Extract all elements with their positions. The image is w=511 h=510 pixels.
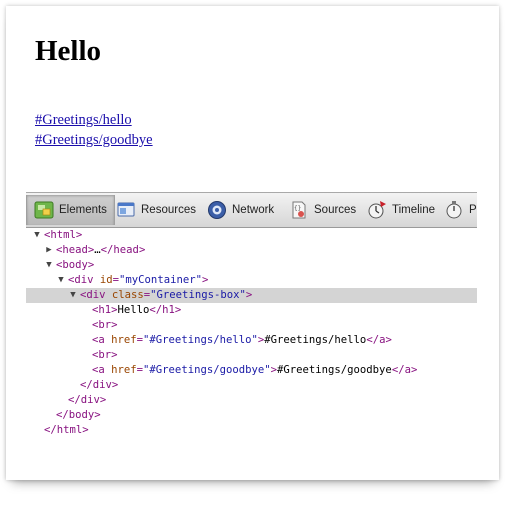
- dom-tree-node[interactable]: <a href="#Greetings/hello">#Greetings/he…: [26, 333, 477, 348]
- elements-icon: [34, 200, 54, 220]
- markup-val: "myContainer": [119, 274, 202, 286]
- markup-attr: href: [111, 364, 137, 376]
- tab-label: Elements: [59, 204, 107, 216]
- markup-tag: </a>: [366, 334, 392, 346]
- dom-node-markup: <head>…</head>: [56, 243, 145, 258]
- elements-dom-tree: ▼ <html> ▶ <head>…</head> ▼ <body> ▼ <div id="m…: [26, 228, 477, 438]
- expand-arrow-icon[interactable]: ▼: [56, 273, 66, 288]
- markup-tag: <div: [80, 289, 112, 301]
- dom-node-markup: <a href="#Greetings/hello">#Greetings/he…: [92, 333, 392, 348]
- markup-tag: </div>: [68, 394, 107, 406]
- dom-tree-node[interactable]: </body>: [26, 408, 477, 423]
- dom-node-markup: <br>: [92, 318, 118, 333]
- greetings-goodbye-link[interactable]: #Greetings/goodbye: [35, 132, 153, 149]
- expand-arrow-icon[interactable]: ▼: [44, 258, 54, 273]
- dom-tree-node[interactable]: <a href="#Greetings/goodbye">#Greetings/…: [26, 363, 477, 378]
- markup-tag: <br>: [92, 319, 118, 331]
- devtools-toolbar: Elements Resources Network {} Sources Ti…: [26, 192, 477, 228]
- dom-node-markup: <html>: [44, 228, 82, 243]
- dom-node-markup: <div class="Greetings-box">: [80, 288, 252, 303]
- dom-tree-node[interactable]: </html>: [26, 423, 477, 438]
- markup-tag: </div>: [80, 379, 119, 391]
- markup-tag: <a: [92, 364, 112, 376]
- markup-txt: Hello: [117, 304, 150, 316]
- markup-tag: </head>: [100, 244, 146, 256]
- markup-tag: </a>: [391, 364, 418, 376]
- dom-node-markup: </div>: [68, 393, 106, 408]
- tab-label: Network: [232, 204, 275, 216]
- dom-tree-node[interactable]: ▶ <head>…</head>: [26, 243, 477, 258]
- markup-txt: #Greetings/goodbye: [277, 364, 392, 376]
- dom-node-markup: <h1>Hello</h1>: [92, 303, 181, 318]
- markup-tag: <a: [92, 334, 112, 346]
- dom-node-markup: <a href="#Greetings/goodbye">#Greetings/…: [92, 363, 417, 378]
- devtools-panel: Elements Resources Network {} Sources Ti…: [26, 192, 477, 462]
- dom-node-markup: </div>: [80, 378, 118, 393]
- markup-tag: <head>: [56, 244, 95, 256]
- markup-attr: id: [99, 274, 113, 286]
- markup-tag: >: [201, 274, 209, 286]
- markup-tag: >: [245, 289, 253, 301]
- markup-tag: <h1>: [92, 304, 118, 316]
- tab-elements[interactable]: Elements: [26, 195, 115, 225]
- sources-icon: {}: [289, 200, 309, 220]
- dom-tree-node[interactable]: </div>: [26, 378, 477, 393]
- dom-tree-node[interactable]: <br>: [26, 348, 477, 363]
- markup-tag: </body>: [56, 409, 101, 421]
- tab-network[interactable]: Network: [207, 195, 274, 225]
- resources-icon: [116, 200, 136, 220]
- dom-tree-node[interactable]: <br>: [26, 318, 477, 333]
- dom-tree-node[interactable]: ▼ <body>: [26, 258, 477, 273]
- svg-text:{}: {}: [294, 205, 301, 212]
- markup-tag: <body>: [56, 259, 95, 271]
- tab-profiles[interactable]: P: [444, 195, 477, 225]
- collapse-arrow-icon[interactable]: ▶: [44, 243, 54, 258]
- expand-arrow-icon[interactable]: ▼: [68, 288, 78, 303]
- tab-label: Resources: [141, 204, 196, 216]
- dom-tree-node[interactable]: </div>: [26, 393, 477, 408]
- markup-tag: <div: [68, 274, 100, 286]
- dom-tree-node[interactable]: ▼ <div id="myContainer">: [26, 273, 477, 288]
- markup-attr: href: [111, 334, 137, 346]
- browser-page: Hello #Greetings/hello #Greetings/goodby…: [6, 6, 499, 480]
- dom-node-markup: <br>: [92, 348, 118, 363]
- tab-sources[interactable]: {} Sources: [289, 195, 356, 225]
- dom-node-markup: <div id="myContainer">: [68, 273, 208, 288]
- timeline-icon: [367, 200, 387, 220]
- tab-resources[interactable]: Resources: [116, 195, 196, 225]
- dom-tree-node[interactable]: ▼ <div class="Greetings-box">: [26, 288, 477, 303]
- tab-label: Timeline: [392, 204, 436, 216]
- markup-val: "#Greetings/goodbye": [143, 364, 271, 376]
- markup-attr: class: [111, 289, 144, 301]
- greetings-hello-link[interactable]: #Greetings/hello: [35, 112, 132, 129]
- markup-tag: <br>: [92, 349, 118, 361]
- tab-timeline[interactable]: Timeline: [367, 195, 435, 225]
- profiles-icon: [444, 200, 464, 220]
- markup-txt: #Greetings/hello: [264, 334, 367, 346]
- tab-label: Sources: [314, 204, 357, 216]
- tab-label: P: [469, 204, 477, 216]
- dom-tree-node[interactable]: ▼ <html>: [26, 228, 477, 243]
- markup-tag: </h1>: [149, 304, 182, 316]
- markup-tag: <html>: [44, 229, 83, 241]
- expand-arrow-icon[interactable]: ▼: [32, 228, 42, 243]
- dom-node-markup: </html>: [44, 423, 89, 438]
- network-icon: [207, 200, 227, 220]
- markup-val: "#Greetings/hello": [143, 334, 258, 346]
- page-heading: Hello: [35, 35, 102, 67]
- markup-val: "Greetings-box": [150, 289, 246, 301]
- screenshot-frame: Hello #Greetings/hello #Greetings/goodby…: [6, 6, 499, 480]
- dom-node-markup: <body>: [56, 258, 94, 273]
- markup-tag: </html>: [44, 424, 89, 436]
- dom-tree-node[interactable]: <h1>Hello</h1>: [26, 303, 477, 318]
- dom-node-markup: </body>: [56, 408, 101, 423]
